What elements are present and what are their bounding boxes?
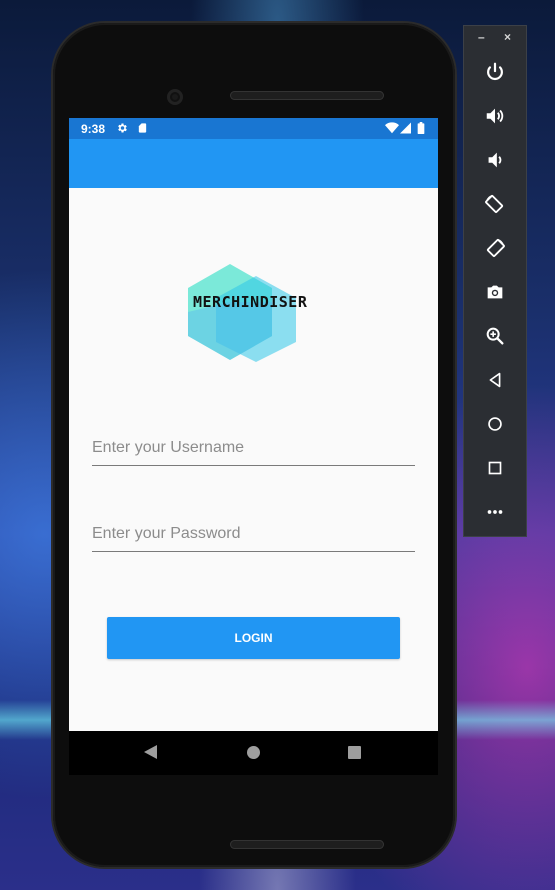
settings-icon xyxy=(116,122,128,137)
password-input[interactable] xyxy=(92,519,415,549)
front-camera xyxy=(167,89,183,105)
merchindiser-logo: MERCHINDISER xyxy=(186,262,346,366)
battery-icon xyxy=(417,122,425,137)
signal-icon xyxy=(400,122,411,137)
zoom-icon[interactable] xyxy=(482,323,508,349)
navigation-bar xyxy=(69,731,438,775)
logo-text: MERCHINDISER xyxy=(193,293,308,311)
more-icon[interactable] xyxy=(482,499,508,525)
recents-icon[interactable] xyxy=(348,746,361,759)
login-button[interactable]: LOGIN xyxy=(107,617,400,659)
home-icon[interactable] xyxy=(482,411,508,437)
emulator-toolbar: – × xyxy=(463,25,527,537)
minimize-button[interactable]: – xyxy=(478,30,485,44)
bottom-speaker xyxy=(230,840,384,849)
status-bar: 9:38 xyxy=(69,118,438,139)
wifi-icon xyxy=(385,122,399,137)
rotate-left-icon[interactable] xyxy=(482,191,508,217)
username-input[interactable] xyxy=(92,433,415,463)
volume-down-icon[interactable] xyxy=(482,147,508,173)
rotate-right-icon[interactable] xyxy=(482,235,508,261)
app-screen: 9:38 MERCHINDISER LOGIN xyxy=(69,118,438,731)
sd-card-icon xyxy=(137,122,148,137)
volume-up-icon[interactable] xyxy=(482,103,508,129)
password-field[interactable] xyxy=(92,519,415,552)
close-button[interactable]: × xyxy=(504,30,511,44)
username-field[interactable] xyxy=(92,433,415,466)
back-icon[interactable] xyxy=(482,367,508,393)
overview-icon[interactable] xyxy=(482,455,508,481)
back-icon[interactable] xyxy=(144,745,157,759)
app-bar xyxy=(69,139,438,188)
home-icon[interactable] xyxy=(247,746,260,759)
status-time: 9:38 xyxy=(81,122,106,136)
camera-icon[interactable] xyxy=(482,279,508,305)
power-icon[interactable] xyxy=(482,59,508,85)
earpiece-speaker xyxy=(230,91,384,100)
